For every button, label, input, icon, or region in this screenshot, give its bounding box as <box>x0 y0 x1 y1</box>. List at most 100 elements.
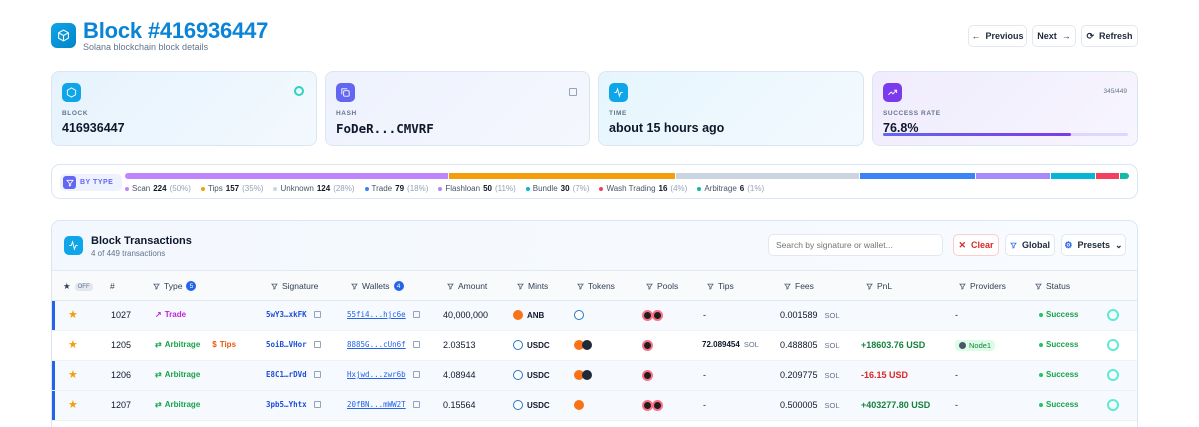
col-mints[interactable]: Mints <box>517 281 548 291</box>
tokens-cell <box>574 370 592 380</box>
star-icon[interactable]: ★ <box>68 308 78 321</box>
legend-count: 16 <box>658 184 668 193</box>
copy-icon[interactable] <box>412 341 420 348</box>
type-name: Arbitrage <box>164 340 201 349</box>
filter-icon <box>784 283 791 290</box>
copy-icon[interactable] <box>313 341 321 348</box>
amount-value: 4.08944 <box>443 370 476 380</box>
next-button[interactable]: Next → <box>1032 25 1076 47</box>
col-pools[interactable]: Pools <box>646 281 678 291</box>
clear-button[interactable]: ✕ Clear <box>953 234 999 256</box>
fees-cell: 0.209775 SOL <box>780 370 840 380</box>
copy-icon[interactable] <box>313 401 321 408</box>
table-row[interactable]: ★ 1205 ⇄ Arbitrage $ Tips 5oiB…VHor 8885G...cUn… <box>52 331 1137 361</box>
pools-cell <box>642 370 653 381</box>
signature-link[interactable]: E8C1…rDVd <box>266 370 307 379</box>
filter-icon <box>959 283 966 290</box>
status-text: Success <box>1046 370 1079 379</box>
refresh-icon: ⟳ <box>1086 30 1095 41</box>
wallet-link[interactable]: Hxjwd...zwr6b <box>347 370 406 379</box>
copy-icon[interactable] <box>313 311 321 318</box>
legend-name: Arbitrage <box>704 184 737 193</box>
copy-icon[interactable] <box>412 401 420 408</box>
type-filter-badge: 5 <box>186 281 197 291</box>
wallet-cell: 8885G...cUn6f <box>347 340 420 349</box>
status-cell: Success <box>1039 400 1078 409</box>
explorer-link-icon[interactable] <box>1107 339 1119 351</box>
explorer-link-icon[interactable] <box>294 86 304 96</box>
filter-icon <box>271 283 278 290</box>
wallet-link[interactable]: 8885G...cUn6f <box>347 340 406 349</box>
filter-icon <box>866 283 873 290</box>
col-signature[interactable]: Signature <box>271 281 318 291</box>
copy-icon[interactable] <box>412 371 420 378</box>
legend-name: Scan <box>132 184 151 193</box>
mint-symbol: ANB <box>527 310 545 320</box>
previous-button[interactable]: ← Previous <box>968 25 1027 47</box>
col-type[interactable]: Type 5 <box>153 281 197 291</box>
type-legend-item[interactable]: Bundle 30 (7%) <box>525 184 589 193</box>
presets-dropdown[interactable]: ⚙ Presets ⌄ <box>1061 234 1126 256</box>
search-input[interactable] <box>768 234 943 256</box>
tips-type-name: Tips <box>219 340 237 349</box>
success-rate-card: 345/449 SUCCESS RATE 76.8% <box>872 71 1138 146</box>
star-icon[interactable]: ★ <box>68 368 78 381</box>
token-icon <box>582 340 592 350</box>
tips-value: 72.089454 <box>702 340 740 349</box>
type-legend-item[interactable]: Tips 157 (35%) <box>200 184 263 193</box>
type-label: ⇄ Arbitrage <box>155 400 200 409</box>
filter-icon <box>517 283 524 290</box>
legend-percent: (28%) <box>333 184 355 193</box>
signature-link[interactable]: 3pb5…Yhtx <box>266 400 307 409</box>
activity-icon <box>609 83 628 102</box>
favorites-toggle[interactable]: ★ OFF <box>63 281 93 292</box>
copy-icon[interactable] <box>412 311 420 318</box>
by-type-chip: BY TYPE <box>60 174 122 191</box>
table-row[interactable]: ★ 1207 ⇄ Arbitrage 3pb5…Yhtx 20fBN...mWW2T 0.1… <box>52 391 1137 421</box>
type-name: Arbitrage <box>164 400 201 409</box>
signature-link[interactable]: 5oiB…VHor <box>266 340 307 349</box>
pool-icon <box>652 310 663 321</box>
copy-icon[interactable] <box>569 88 577 96</box>
wallet-link[interactable]: 55fi4...hjc6e <box>347 310 406 319</box>
scan-link-cell <box>1107 309 1119 321</box>
col-amount[interactable]: Amount <box>447 281 487 291</box>
type-legend-item[interactable]: Flashloan 50 (11%) <box>438 184 516 193</box>
explorer-link-icon[interactable] <box>1107 399 1119 411</box>
col-tokens[interactable]: Tokens <box>577 281 615 291</box>
col-pnl[interactable]: PnL <box>866 281 892 291</box>
explorer-link-icon[interactable] <box>1107 309 1119 321</box>
explorer-link-icon[interactable] <box>1107 369 1119 381</box>
refresh-button[interactable]: ⟳ Refresh <box>1081 25 1138 47</box>
signature-link[interactable]: 5wY3…xkFK <box>266 310 307 319</box>
legend-percent: (18%) <box>407 184 429 193</box>
status-cell: Success <box>1039 310 1078 319</box>
status-dot-icon <box>1039 372 1043 377</box>
table-row[interactable]: ★ 1206 ⇄ Arbitrage E8C1…rDVd Hxjwd...zwr6b 4.0… <box>52 361 1137 391</box>
col-tips[interactable]: Tips <box>707 281 734 291</box>
copy-icon[interactable] <box>313 371 321 378</box>
table-row[interactable]: ★ 1027 ↗ Trade 5wY3…xkFK 55fi4...hjc6e 40,000,… <box>52 301 1137 331</box>
col-fees[interactable]: Fees <box>784 281 814 291</box>
status-badge: Success <box>1039 310 1078 319</box>
usdc-icon <box>513 400 523 410</box>
type-legend-item[interactable]: Scan 224 (50%) <box>125 184 191 193</box>
star-icon[interactable]: ★ <box>68 338 78 351</box>
legend-dot-icon <box>599 186 604 191</box>
col-providers[interactable]: Providers <box>959 281 1006 291</box>
mint-symbol: USDC <box>527 400 550 410</box>
col-status[interactable]: Status <box>1035 281 1070 291</box>
col-wallets[interactable]: Wallets 4 <box>351 281 404 291</box>
mint-cell: USDC <box>513 340 550 350</box>
type-legend-item[interactable]: Arbitrage 6 (1%) <box>697 184 764 193</box>
usdc-icon <box>574 310 584 320</box>
type-legend-item[interactable]: Unknown 124 (28%) <box>273 184 355 193</box>
fees-unit: SOL <box>824 310 840 320</box>
legend-count: 6 <box>739 184 745 193</box>
global-filter-button[interactable]: Global <box>1005 234 1055 256</box>
type-legend-item[interactable]: Wash Trading 16 (4%) <box>599 184 687 193</box>
star-icon[interactable]: ★ <box>68 398 78 411</box>
wallet-link[interactable]: 20fBN...mWW2T <box>347 400 406 409</box>
amount-value: 0.15564 <box>443 400 476 410</box>
type-legend-item[interactable]: Trade 79 (18%) <box>364 184 429 193</box>
